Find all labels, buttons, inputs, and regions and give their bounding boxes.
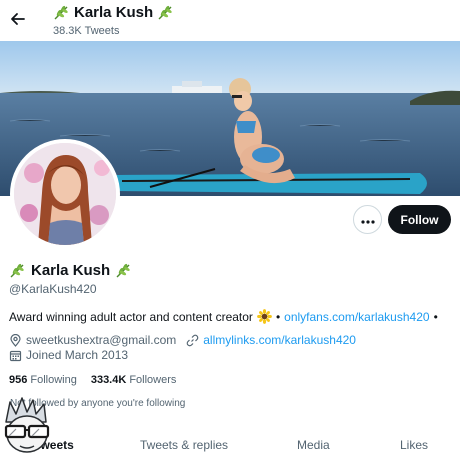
link-icon (186, 334, 199, 347)
following-stat[interactable]: 956 Following (9, 374, 77, 386)
bio-separator: • (275, 309, 281, 324)
profile-name-text: Karla Kush (31, 262, 111, 279)
following-label: Following (30, 374, 77, 386)
calendar-icon (9, 349, 22, 362)
profile-bio: Award winning adult actor and content cr… (9, 309, 438, 324)
location-pin-icon (9, 333, 22, 347)
bio-link-onlyfans[interactable]: onlyfans.com/karlakush420 (284, 310, 429, 324)
herb-icon (53, 4, 70, 21)
profile-website-link[interactable]: allmylinks.com/karlakush420 (203, 333, 356, 347)
followers-count: 333.4K (90, 374, 127, 386)
follow-button[interactable]: Follow (388, 205, 451, 234)
header-title: Karla Kush (53, 4, 174, 21)
profile-stats: 956 Following 333.4K Followers (9, 374, 190, 386)
header-name: Karla Kush (74, 4, 154, 21)
tweets-count: 38.3K Tweets (53, 25, 120, 37)
followers-stat[interactable]: 333.4K Followers (91, 374, 177, 386)
profile-handle: @KarlaKush420 (9, 282, 97, 296)
sunflower-icon (257, 309, 272, 324)
bio-trailing-separator: • (433, 309, 438, 324)
tab-media[interactable]: Media (297, 438, 330, 452)
profile-avatar[interactable] (10, 139, 120, 249)
followers-label: Followers (129, 374, 177, 386)
herb-icon (157, 4, 174, 21)
profile-meta-contact: sweetkushextra@gmail.com allmylinks.com/… (9, 333, 356, 347)
tab-likes[interactable]: Likes (400, 438, 428, 452)
watermark-mascot-logo (0, 396, 54, 458)
profile-tabs: Tweets Tweets & replies Media Likes (0, 430, 460, 460)
bio-text: Award winning adult actor and content cr… (9, 309, 253, 324)
profile-email: sweetkushextra@gmail.com (26, 333, 177, 347)
tab-tweets-replies[interactable]: Tweets & replies (140, 438, 228, 452)
more-horizontal-icon (360, 211, 375, 229)
more-options-button[interactable] (353, 205, 382, 234)
herb-icon (9, 262, 26, 279)
herb-icon (115, 262, 132, 279)
profile-meta-joined: Joined March 2013 (9, 348, 128, 362)
profile-header-bar: Karla Kush 38.3K Tweets (0, 0, 460, 41)
profile-name: Karla Kush (9, 262, 132, 279)
following-count: 956 (9, 374, 28, 386)
arrow-left-icon[interactable] (8, 9, 28, 29)
joined-date: Joined March 2013 (26, 348, 129, 362)
